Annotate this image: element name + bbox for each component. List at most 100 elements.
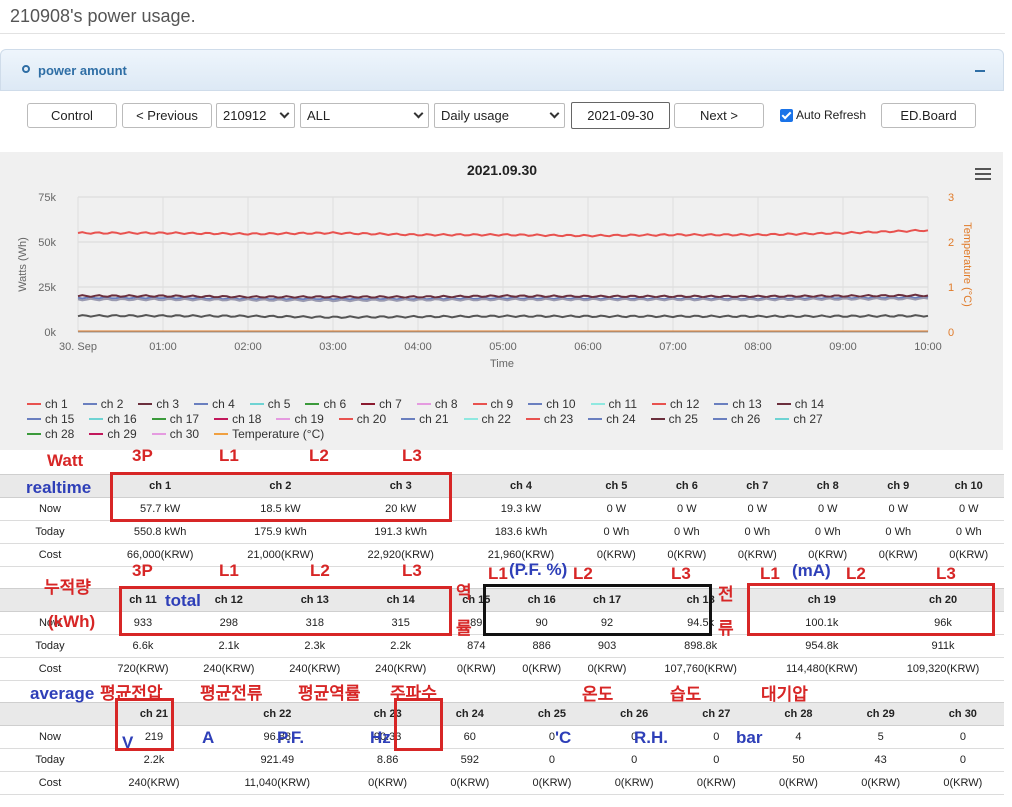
legend-item[interactable]: ch 13 — [714, 397, 762, 411]
legend-item[interactable]: ch 21 — [401, 412, 449, 426]
edboard-button[interactable]: ED.Board — [881, 103, 976, 128]
legend-swatch — [82, 403, 97, 405]
date-input[interactable]: 2021-09-30 — [571, 102, 670, 129]
legend-item[interactable]: ch 28 — [27, 427, 74, 441]
annotation-kwh: (kWh) — [48, 612, 96, 631]
auto-refresh-checkbox[interactable] — [780, 109, 793, 122]
annotation-l2: L2 — [309, 446, 329, 465]
table-cell: 183.6 kWh — [460, 520, 582, 544]
legend-label: ch 16 — [107, 412, 137, 426]
table-cell: 0 Wh — [933, 520, 1004, 544]
channel-select[interactable]: ALL — [300, 103, 429, 128]
legend-item[interactable]: ch 26 — [712, 412, 760, 426]
legend-item[interactable]: ch 20 — [338, 412, 386, 426]
table-cell: 6.6k — [100, 634, 186, 658]
table-cell: 0 — [593, 748, 676, 772]
legend-label: ch 29 — [107, 427, 137, 441]
legend-item[interactable]: ch 10 — [528, 397, 576, 411]
collapse-icon[interactable] — [975, 70, 985, 72]
legend-row: ch 28 ch 29 ch 30 Temperature (°C) — [27, 427, 339, 441]
legend-swatch — [525, 418, 540, 420]
legend-item[interactable]: ch 9 — [472, 397, 514, 411]
next-button[interactable]: Next > — [674, 103, 764, 128]
table-cell: 0(KRW) — [863, 543, 934, 567]
legend-item[interactable]: ch 29 — [89, 427, 137, 441]
table-cell: 0(KRW) — [346, 771, 429, 795]
legend-swatch — [138, 403, 153, 405]
table-cell: 240(KRW) — [271, 657, 358, 681]
menu-icon[interactable] — [975, 168, 991, 182]
legend-item[interactable]: ch 17 — [151, 412, 199, 426]
legend-swatch — [89, 418, 104, 420]
column-header: ch 25 — [510, 702, 594, 726]
x-tick-label: 30. Sep — [59, 341, 97, 353]
legend-item[interactable]: ch 1 — [27, 397, 68, 411]
annotation-ma: (mA) — [792, 561, 831, 580]
table-cell: 22,920(KRW) — [340, 543, 461, 567]
previous-button[interactable]: < Previous — [122, 103, 212, 128]
annotation-l3: L3 — [671, 564, 691, 583]
table-cell: 0 — [510, 725, 594, 749]
legend-item[interactable]: ch 5 — [249, 397, 290, 411]
legend-item[interactable]: ch 15 — [27, 412, 74, 426]
table-row: Today 2.2k 921.49 8.86 592 0 0 0 50 43 0 — [0, 748, 1004, 772]
annotation-pressure: 대기압 — [761, 685, 808, 704]
control-button[interactable]: Control — [27, 103, 117, 128]
legend-swatch — [194, 403, 209, 405]
legend-item[interactable]: ch 6 — [305, 397, 346, 411]
legend-label: ch 7 — [379, 397, 402, 411]
legend-item[interactable]: ch 16 — [89, 412, 137, 426]
legend-item[interactable]: Temperature (°C) — [214, 427, 324, 441]
legend-swatch — [776, 403, 791, 405]
legend-swatch — [151, 418, 166, 420]
y-tick-label: 0k — [44, 327, 56, 339]
table-cell: 240(KRW) — [357, 657, 444, 681]
legend-item[interactable]: ch 27 — [775, 412, 823, 426]
y-axis-label: Watts (Wh) — [17, 237, 29, 292]
annotation-avg-current: 평균전류 — [200, 684, 263, 703]
legend-swatch — [276, 418, 291, 420]
table-cell: 0(KRW) — [593, 771, 676, 795]
legend-item[interactable]: ch 2 — [82, 397, 124, 411]
table-cell: 0 — [510, 748, 594, 772]
device-select[interactable]: 210912 — [216, 103, 295, 128]
table-cell: 2.2k — [357, 634, 444, 658]
legend-swatch — [27, 403, 41, 405]
legend-item[interactable]: ch 25 — [650, 412, 698, 426]
legend-item[interactable]: ch 12 — [652, 397, 699, 411]
legend-item[interactable]: ch 7 — [361, 397, 402, 411]
legend-item[interactable]: ch 30 — [151, 427, 199, 441]
row-label: Now — [0, 725, 100, 749]
legend-item[interactable]: ch 3 — [138, 397, 179, 411]
legend-label: ch 9 — [490, 397, 514, 411]
annotation-pf-1: 역 — [456, 583, 472, 602]
legend-item[interactable]: ch 14 — [776, 397, 824, 411]
legend-item[interactable]: ch 11 — [590, 397, 637, 411]
legend-label: ch 2 — [100, 397, 124, 411]
legend-item[interactable]: ch 4 — [194, 397, 235, 411]
legend-item[interactable]: ch 18 — [214, 412, 261, 426]
legend-label: Temperature (°C) — [232, 427, 325, 441]
legend-item[interactable]: ch 23 — [525, 412, 573, 426]
legend-item[interactable]: ch 22 — [463, 412, 511, 426]
table-cell: 50 — [757, 748, 840, 772]
table-cell: 109,320(KRW) — [882, 657, 1004, 681]
legend-item[interactable]: ch 19 — [276, 412, 324, 426]
table-cell: 11,040(KRW) — [208, 771, 347, 795]
legend-row: ch 15 ch 16 ch 17 ch 18 ch 19 ch 20 ch 21 ch 22… — [27, 412, 838, 426]
mode-select[interactable]: Daily usage — [434, 103, 565, 128]
legend-item[interactable]: ch 8 — [416, 397, 458, 411]
table-cell: 0(KRW) — [839, 771, 922, 795]
x-tick-label: 03:00 — [319, 341, 347, 353]
legend-item[interactable]: ch 24 — [588, 412, 636, 426]
table-cell: 19.3 kW — [460, 497, 582, 521]
table-cell: 903 — [574, 634, 640, 658]
annotation-average: average — [30, 684, 95, 703]
y2-tick-label: 1 — [948, 282, 954, 294]
annotation-pf-unit: P.F. — [277, 728, 305, 747]
x-tick-label: 10:00 — [914, 341, 942, 353]
chevron-down-icon — [549, 108, 560, 119]
chevron-down-icon — [413, 108, 424, 119]
x-tick-label: 04:00 — [404, 341, 432, 353]
table-cell: 954.8k — [761, 634, 883, 658]
